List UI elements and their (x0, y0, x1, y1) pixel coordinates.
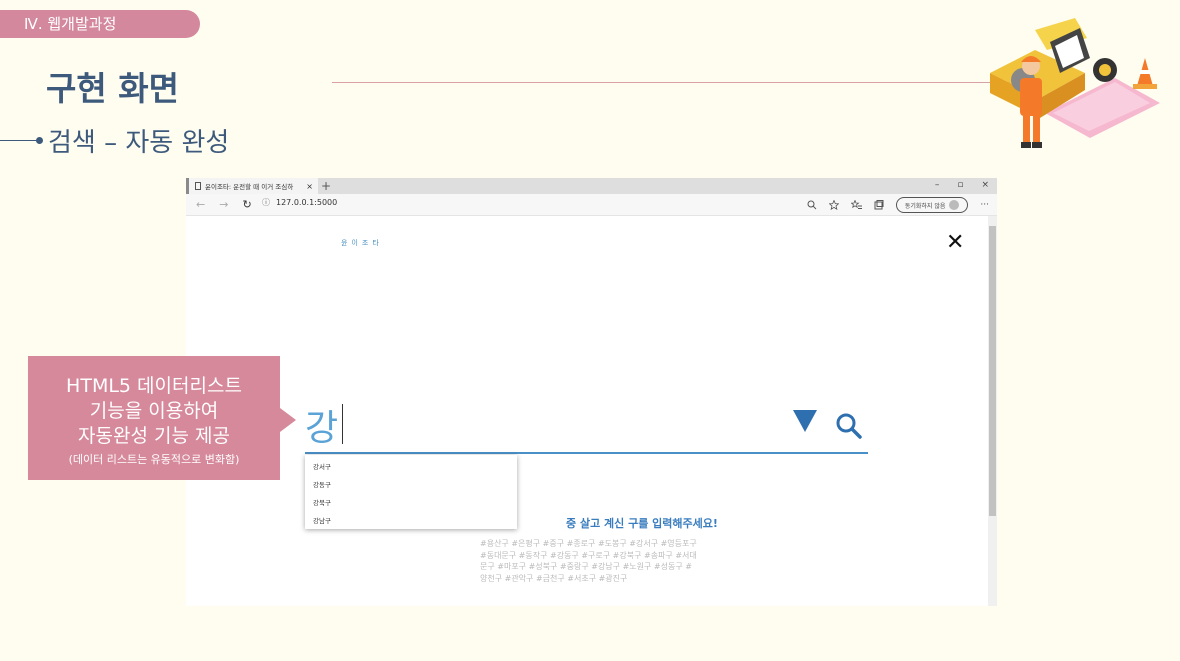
tab-title: 윤이조타: 운전할 때 이거 조심하 (205, 183, 294, 191)
browser-toolbar: 동기화하지 않음 ··· (807, 197, 989, 213)
maximize-button[interactable]: ▫ (957, 180, 963, 190)
more-menu-button[interactable]: ··· (980, 200, 989, 210)
search-box (305, 398, 868, 454)
section-tag: Ⅳ. 웹개발과정 (0, 10, 200, 38)
feature-callout: HTML5 데이터리스트 기능을 이용하여 자동완성 기능 제공 (데이터 리스… (28, 356, 280, 480)
favorites-icon[interactable] (850, 200, 862, 210)
browser-window: 윤이조타: 운전할 때 이거 조심하 × + – ▫ × ← → ↻ ⓘ 127… (186, 178, 997, 606)
datalist-option[interactable]: 강남구 (305, 512, 517, 530)
search-prompt: 중 살고 계신 구를 입력해주세요! (566, 517, 718, 530)
search-icon[interactable] (835, 412, 863, 440)
collections-icon[interactable] (874, 200, 884, 210)
tab-bar: 윤이조타: 운전할 때 이거 조심하 × + – ▫ × (186, 178, 997, 194)
url-text[interactable]: 127.0.0.1:5000 (276, 198, 337, 207)
sync-label: 동기화하지 않음 (904, 202, 946, 210)
scrollbar-thumb[interactable] (989, 226, 996, 516)
subtitle-connector-line (0, 140, 38, 141)
datalist-option[interactable]: 강북구 (305, 494, 517, 512)
callout-pointer (280, 408, 296, 432)
search-input[interactable] (305, 398, 785, 452)
zoom-icon[interactable] (807, 200, 817, 210)
datalist-option[interactable]: 강서구 (305, 458, 517, 476)
back-button[interactable]: ← (196, 198, 205, 211)
callout-line: HTML5 데이터리스트 (66, 375, 242, 397)
close-search-button[interactable]: ✕ (946, 230, 964, 255)
site-info-icon[interactable]: ⓘ (262, 197, 270, 208)
page-viewport: 윤이조타 ✕ 강서구 강동구 강북구 강남구 중 살고 계신 구를 입력해주세요… (186, 216, 997, 606)
construction-worker-illustration (990, 18, 1160, 148)
forward-button[interactable]: → (219, 198, 228, 211)
callout-line: 자동완성 기능 제공 (78, 425, 230, 447)
url-field[interactable]: ⓘ 127.0.0.1:5000 (262, 197, 337, 208)
browser-tab[interactable]: 윤이조타: 운전할 때 이거 조심하 × (186, 178, 318, 194)
slide-title: 구현 화면 (46, 69, 179, 108)
avatar (949, 200, 960, 210)
tab-close-button[interactable]: × (306, 182, 313, 191)
close-window-button[interactable]: × (981, 180, 989, 190)
district-tag-list: #용산구 #은평구 #중구 #종로구 #도봉구 #강서구 #영등포구 #동대문구… (480, 539, 697, 583)
profile-sync-button[interactable]: 동기화하지 않음 (895, 197, 969, 213)
document-icon (195, 182, 201, 190)
callout-note: (데이터 리스트는 유동적으로 변화함) (68, 453, 240, 466)
dropdown-arrow-icon[interactable] (793, 410, 817, 432)
callout-line: 기능을 이용하여 (89, 400, 219, 422)
slide-subtitle: 검색 – 자동 완성 (48, 128, 230, 158)
favorite-star-icon[interactable] (828, 200, 839, 210)
subtitle-bullet (36, 137, 43, 144)
scrollbar[interactable] (988, 216, 997, 606)
autocomplete-datalist: 강서구 강동구 강북구 강남구 (305, 455, 517, 529)
nav-buttons: ← → ↻ (196, 198, 252, 211)
refresh-button[interactable]: ↻ (242, 198, 251, 211)
datalist-option[interactable]: 강동구 (305, 476, 517, 494)
minimize-button[interactable]: – (935, 180, 940, 190)
text-caret (342, 404, 343, 444)
address-bar-row: ← → ↻ ⓘ 127.0.0.1:5000 동기화하지 않음 ··· (186, 194, 997, 216)
new-tab-button[interactable]: + (321, 179, 331, 193)
title-divider (332, 82, 1022, 83)
site-logo[interactable]: 윤이조타 (341, 238, 383, 248)
window-controls: – ▫ × (935, 180, 989, 190)
